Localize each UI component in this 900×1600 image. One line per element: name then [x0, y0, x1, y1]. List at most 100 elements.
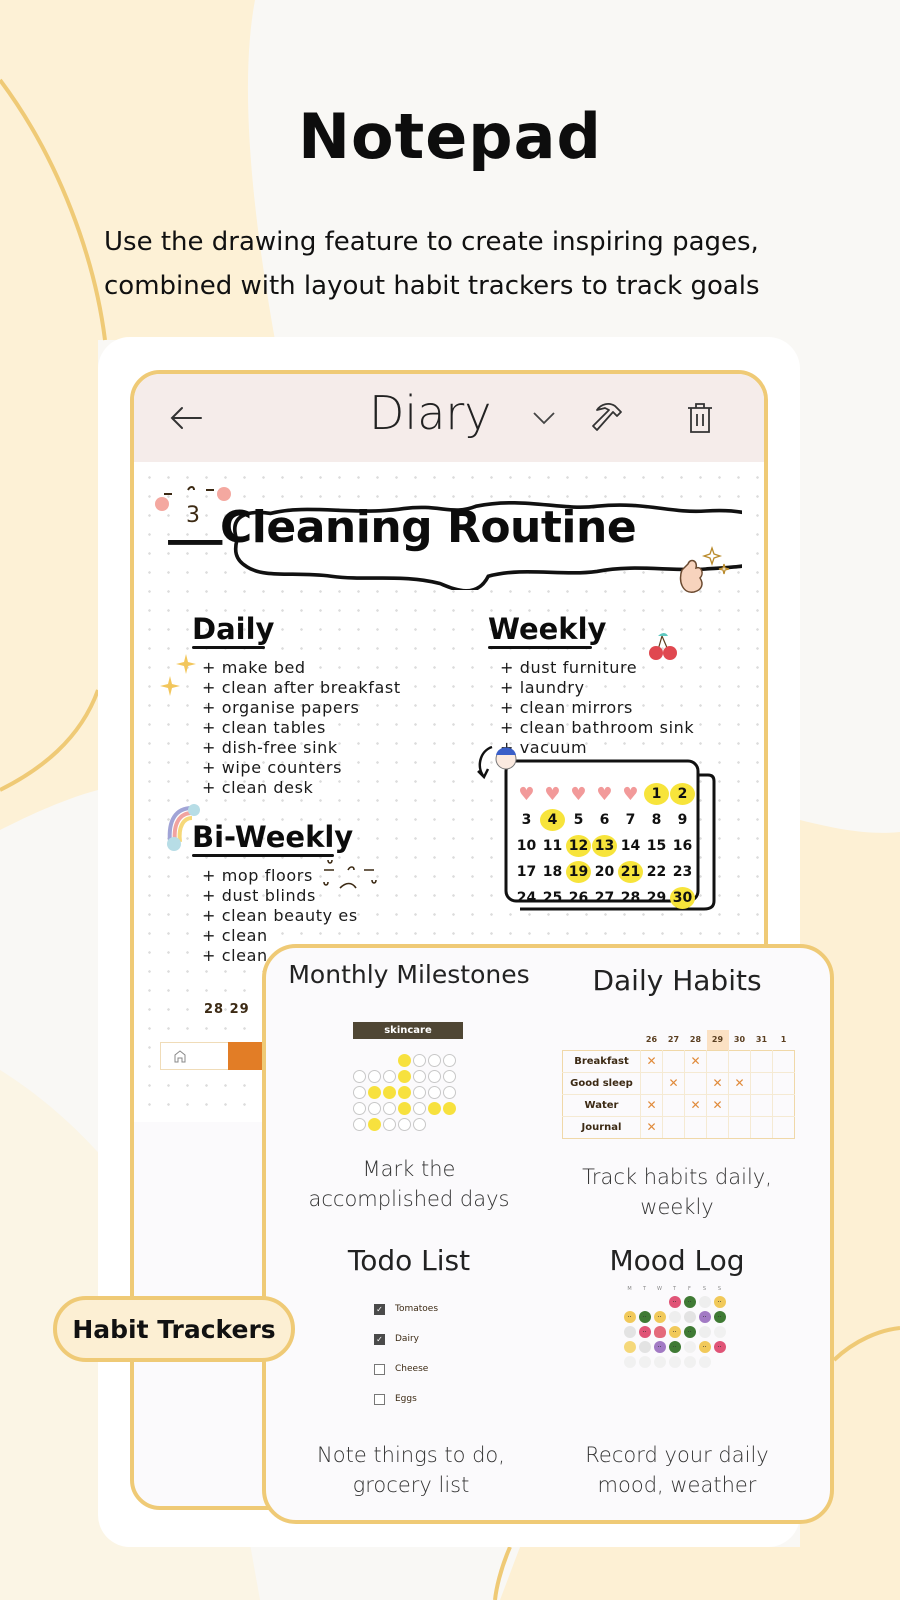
list-item: clean beauty es	[202, 906, 358, 926]
habit-mark: ✕	[640, 1049, 663, 1073]
list-item: Cheese	[374, 1354, 438, 1384]
calendar-day: 6	[599, 812, 610, 828]
milestone-dot-filled	[443, 1102, 456, 1115]
mood-pink-icon: ··	[712, 1341, 727, 1355]
habit-cell	[772, 1049, 795, 1073]
list-item: clean tables	[202, 718, 401, 738]
list-item: clean	[202, 926, 358, 946]
note-banner-title: Cleaning Routine	[220, 502, 637, 553]
mood-cloud-icon	[682, 1311, 697, 1325]
calendar-day: 16	[672, 838, 693, 854]
calendar-day: 13	[592, 835, 617, 857]
milestone-dot	[443, 1070, 456, 1083]
habit-name: Breakfast	[562, 1049, 641, 1073]
notebook-title[interactable]: Diary	[369, 386, 492, 440]
habit-cell	[750, 1071, 773, 1095]
todo-sample-list: ✓ Tomatoes ✓ Dairy Cheese Eggs	[374, 1294, 438, 1414]
calendar-day: 10	[516, 838, 537, 854]
milestone-dot	[443, 1054, 456, 1067]
table-row: Water ✕ ✕ ✕	[562, 1093, 795, 1117]
calendar-day: 27	[594, 890, 615, 906]
list-item: clean after breakfast	[202, 678, 401, 698]
hero-subtitle: Use the drawing feature to create inspir…	[104, 227, 760, 301]
calendar-day: 21	[618, 861, 643, 883]
feature-title: Todo List	[347, 1244, 471, 1277]
list-item: wipe counters	[202, 758, 401, 778]
milestone-dot-filled	[398, 1086, 411, 1099]
mood-purple-icon: ··	[697, 1311, 712, 1325]
habit-mark: ✕	[706, 1093, 729, 1117]
weekday-label: S	[702, 1286, 707, 1292]
mood-face: ··	[668, 1341, 681, 1353]
calendar-day: 8	[651, 812, 662, 828]
feature-todo-list[interactable]: Todo List	[274, 1244, 544, 1277]
habit-mark: ✕	[640, 1115, 663, 1139]
list-item: ✓ Tomatoes	[374, 1294, 438, 1324]
milestone-dot	[413, 1086, 426, 1099]
mood-yellow-icon: ··	[622, 1311, 637, 1325]
table-row: Breakfast ✕ ✕	[562, 1049, 795, 1073]
habit-cell	[728, 1049, 751, 1073]
habit-mark: ✕	[706, 1071, 729, 1095]
feature-monthly-milestones[interactable]: Monthly Milestones skincare Mark the acc…	[274, 948, 544, 1211]
habit-cell	[750, 1115, 773, 1139]
heart-doodle-icon: ♥	[544, 783, 561, 805]
heart-doodle-icon: ♥	[518, 783, 535, 805]
back-button[interactable]	[164, 396, 208, 440]
mood-cloud-sun-icon	[697, 1296, 712, 1310]
milestone-dot-filled	[398, 1070, 411, 1083]
mood-purple-icon: ··	[652, 1341, 667, 1355]
mood-yellow-icon: ··	[712, 1296, 727, 1310]
feature-daily-habits[interactable]: Daily Habits Track habits daily, weekly	[542, 948, 812, 1219]
feature-mood-log[interactable]: Mood Log	[542, 1244, 812, 1277]
mood-face: ··	[698, 1311, 711, 1323]
mood-empty-icon	[667, 1356, 682, 1370]
heart-doodle-icon: ♥	[570, 783, 587, 805]
hammer-icon	[592, 403, 622, 431]
milestone-dot	[413, 1102, 426, 1115]
list-item: clean mirrors	[500, 698, 694, 718]
habit-cell	[750, 1093, 773, 1117]
mood-pink-icon: ··	[637, 1326, 652, 1340]
list-item: Eggs	[374, 1384, 438, 1414]
mood-calendar: M T W T F S S ·· ·· ·· ·· ·· ·· ·· ·· ·· ·· ·· ·· ·· ·· ··	[622, 1286, 727, 1370]
milestone-dot-filled	[368, 1118, 381, 1131]
list-item: clean bathroom sink	[500, 718, 694, 738]
mood-empty-icon	[712, 1326, 727, 1340]
list-item: organise papers	[202, 698, 401, 718]
mood-heart-icon	[652, 1326, 667, 1340]
calendar-day: 26	[568, 890, 589, 906]
habit-mark: ✕	[640, 1093, 663, 1117]
mood-face	[698, 1296, 711, 1308]
milestone-dot	[353, 1102, 366, 1115]
mood-face	[653, 1326, 666, 1338]
column-header: 26	[645, 1035, 658, 1045]
notebook-dropdown[interactable]	[522, 396, 566, 440]
feature-description: Mark the accomplished days	[308, 1157, 510, 1211]
milestone-dot	[368, 1054, 381, 1067]
milestone-dot-filled	[383, 1086, 396, 1099]
mood-green-icon: ··	[712, 1311, 727, 1325]
mood-face	[623, 1326, 636, 1338]
habit-mark: ✕	[684, 1049, 707, 1073]
milestone-dot	[428, 1086, 441, 1099]
tools-button[interactable]	[586, 396, 630, 440]
weekday-label: M	[627, 1286, 632, 1292]
calendar-day: 17	[516, 864, 537, 880]
milestone-dot	[443, 1086, 456, 1099]
todo-text: Tomatoes	[395, 1304, 439, 1314]
month-calendar: ♥ ♥ ♥ ♥ ♥ 1 2 3 4 5 6 7 8 9 10 11 12 13 14 15 16 17 18 19 20 21 22…	[514, 783, 700, 909]
mood-face: ··	[623, 1311, 636, 1323]
milestone-dot	[353, 1070, 366, 1083]
mood-face: ··	[638, 1326, 651, 1338]
delete-button[interactable]	[678, 396, 722, 440]
mood-sun-icon	[622, 1341, 637, 1355]
checkbox	[374, 1393, 385, 1405]
hero-title: Notepad	[298, 100, 602, 173]
heart-doodle-icon: ♥	[596, 783, 613, 805]
weekly-heading: Weekly	[488, 612, 607, 649]
milestone-dot	[383, 1054, 396, 1067]
feature-description: Track habits daily, weekly	[582, 1165, 772, 1219]
mood-face: ··	[683, 1326, 696, 1338]
mood-face	[668, 1356, 681, 1368]
